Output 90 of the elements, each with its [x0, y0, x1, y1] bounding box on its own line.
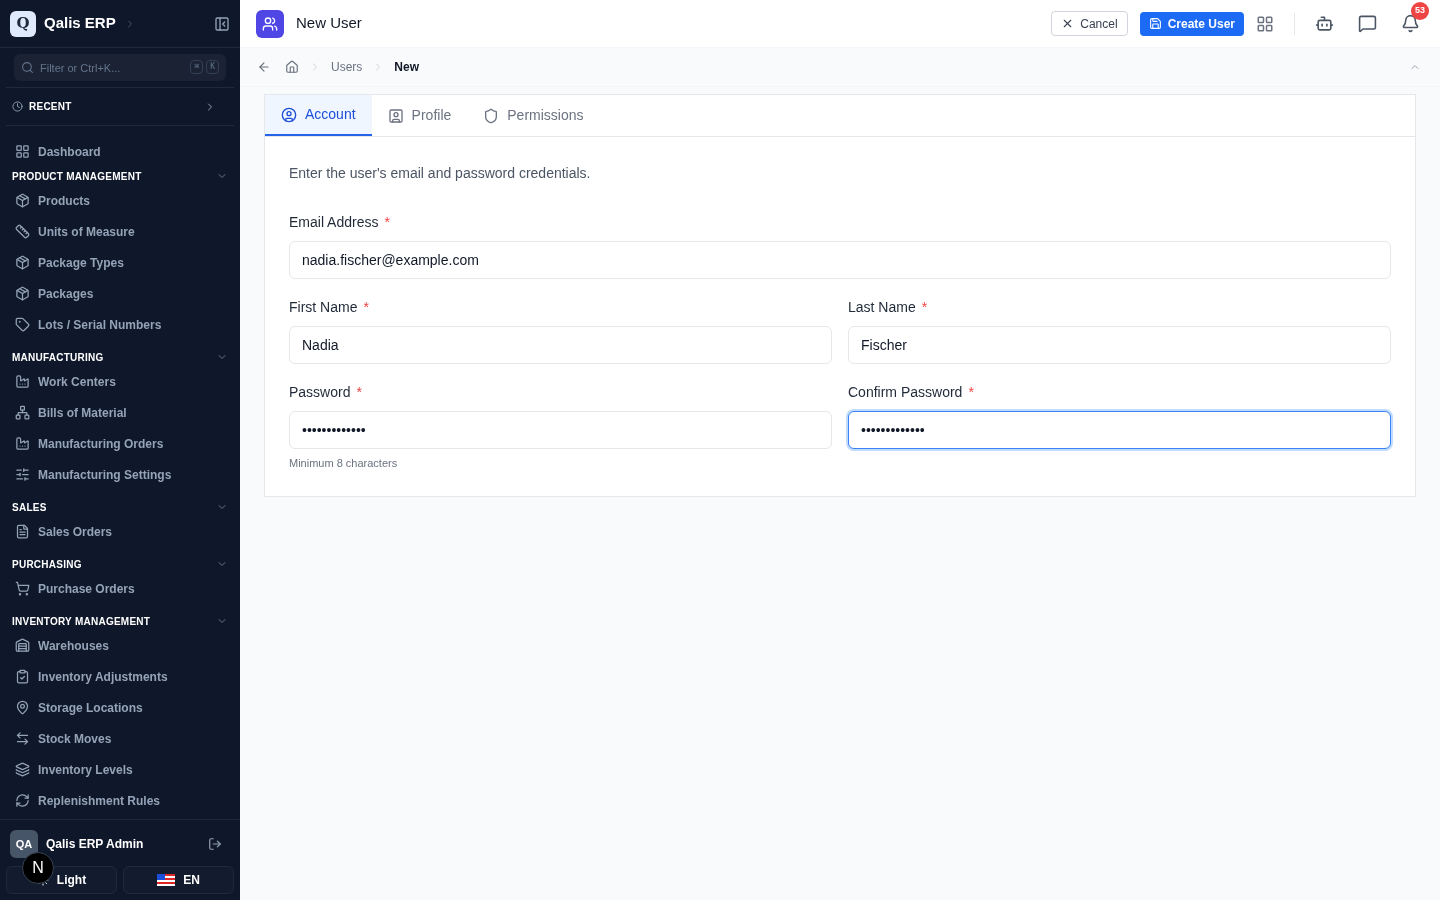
layers-icon	[15, 762, 30, 777]
recent-toggle[interactable]: RECENT	[6, 88, 234, 126]
input-field[interactable]: •••••••••••••	[289, 411, 832, 449]
shortcut-key: K	[206, 60, 219, 74]
grid-icon	[15, 144, 30, 159]
breadcrumb-link[interactable]: Users	[331, 58, 363, 76]
warehouse-icon	[15, 638, 30, 653]
section-header[interactable]: PRODUCT MANAGEMENT	[0, 167, 240, 185]
brand-name: Qalis ERP	[44, 13, 116, 34]
box-icon	[15, 255, 30, 270]
sidebar-item[interactable]: Lots / Serial Numbers	[0, 309, 240, 340]
shortcut-key: ⌘	[190, 60, 204, 74]
field-label: Last Name	[848, 298, 916, 317]
id-badge-icon	[387, 107, 404, 124]
notification-badge: 53	[1411, 2, 1429, 20]
input-field[interactable]: nadia.fischer@example.com	[289, 241, 1391, 279]
arrows-icon	[15, 731, 30, 746]
sidebar-item[interactable]: Storage Locations	[0, 692, 240, 723]
page-title: New User	[296, 13, 363, 34]
logo: Q	[10, 10, 36, 37]
shield-icon	[483, 107, 500, 124]
refresh-icon	[15, 793, 30, 808]
sidebar-item[interactable]: Manufacturing Settings	[0, 459, 240, 490]
robot-icon[interactable]	[1315, 14, 1334, 33]
breadcrumb-link[interactable]: New	[394, 58, 420, 76]
section-header[interactable]: SALES	[0, 498, 240, 516]
box-icon	[15, 193, 30, 208]
field-hint: Minimum 8 characters	[289, 456, 399, 471]
tag-icon	[15, 317, 30, 332]
map-pin-icon	[15, 700, 30, 715]
clipboard-icon	[15, 669, 30, 684]
factory-icon	[15, 374, 30, 389]
create-button[interactable]: Create User	[1139, 11, 1244, 36]
sidebar-item[interactable]: Stock Moves	[0, 723, 240, 754]
field-label: Password	[289, 383, 351, 402]
form-description: Enter the user's email and password credentials.	[289, 164, 592, 183]
required-mark: *	[968, 383, 974, 402]
sidebar-item[interactable]: Products	[0, 185, 240, 216]
required-mark: *	[921, 298, 928, 317]
notification-icon[interactable]	[1401, 14, 1420, 33]
sidebar-item[interactable]: Replenishment Rules	[0, 785, 240, 816]
logout-icon[interactable]	[208, 837, 222, 851]
sidebar-toggle-icon[interactable]	[214, 15, 230, 32]
sidebar-item[interactable]: Units of Measure	[0, 216, 240, 247]
ruler-icon	[15, 224, 30, 239]
input-field[interactable]: Fischer	[848, 326, 1391, 364]
section-header[interactable]: MANUFACTURING	[0, 348, 240, 366]
required-mark: *	[384, 213, 390, 232]
factory-icon	[15, 436, 30, 451]
sidebar-item[interactable]: Inventory Levels	[0, 754, 240, 785]
apps-grid-icon[interactable]	[1256, 14, 1274, 33]
input-field[interactable]: •••••••••••••	[848, 411, 1391, 449]
sidebar-item[interactable]: Inventory Adjustments	[0, 661, 240, 692]
document-icon	[15, 524, 30, 539]
sidebar-item[interactable]: Purchase Orders	[0, 573, 240, 604]
cart-icon	[15, 581, 30, 596]
tab[interactable]: Account	[265, 95, 372, 136]
input-field[interactable]: Nadia	[289, 326, 832, 364]
hierarchy-icon	[15, 405, 30, 420]
sidebar-item[interactable]: Warehouses	[0, 630, 240, 661]
required-mark: *	[363, 298, 369, 317]
cancel-button[interactable]: Cancel	[1051, 11, 1128, 36]
field-label: First Name	[289, 298, 358, 317]
tab[interactable]: Profile	[371, 95, 468, 136]
user-circle-icon	[281, 106, 297, 123]
chat-icon[interactable]	[1358, 14, 1377, 33]
page-icon	[256, 9, 284, 38]
field-label: Email Address	[289, 213, 379, 232]
user-name: Qalis ERP Admin	[46, 836, 145, 853]
sidebar-item[interactable]: Dashboard	[0, 136, 240, 167]
sidebar-item[interactable]: Manufacturing Orders	[0, 428, 240, 459]
section-header[interactable]: INVENTORY MANAGEMENT	[0, 612, 240, 630]
sidebar-item[interactable]: Package Types	[0, 247, 240, 278]
sidebar-item[interactable]: Bills of Material	[0, 397, 240, 428]
back-icon[interactable]	[257, 60, 271, 74]
sidebar-item[interactable]: Sales Orders	[0, 516, 240, 547]
clock-icon	[12, 101, 23, 112]
flag-icon	[157, 874, 176, 886]
required-mark: *	[356, 383, 362, 402]
search-icon	[21, 61, 34, 74]
language-button[interactable]: EN	[123, 866, 234, 894]
save-icon	[1148, 17, 1162, 30]
home-icon[interactable]	[285, 60, 299, 74]
box-icon	[15, 286, 30, 301]
sliders-icon	[15, 467, 30, 482]
field-label: Confirm Password	[848, 383, 963, 402]
sidebar-item[interactable]: Work Centers	[0, 366, 240, 397]
section-header[interactable]: PURCHASING	[0, 555, 240, 573]
sidebar-item[interactable]: Packages	[0, 278, 240, 309]
tab[interactable]: Permissions	[467, 95, 600, 136]
